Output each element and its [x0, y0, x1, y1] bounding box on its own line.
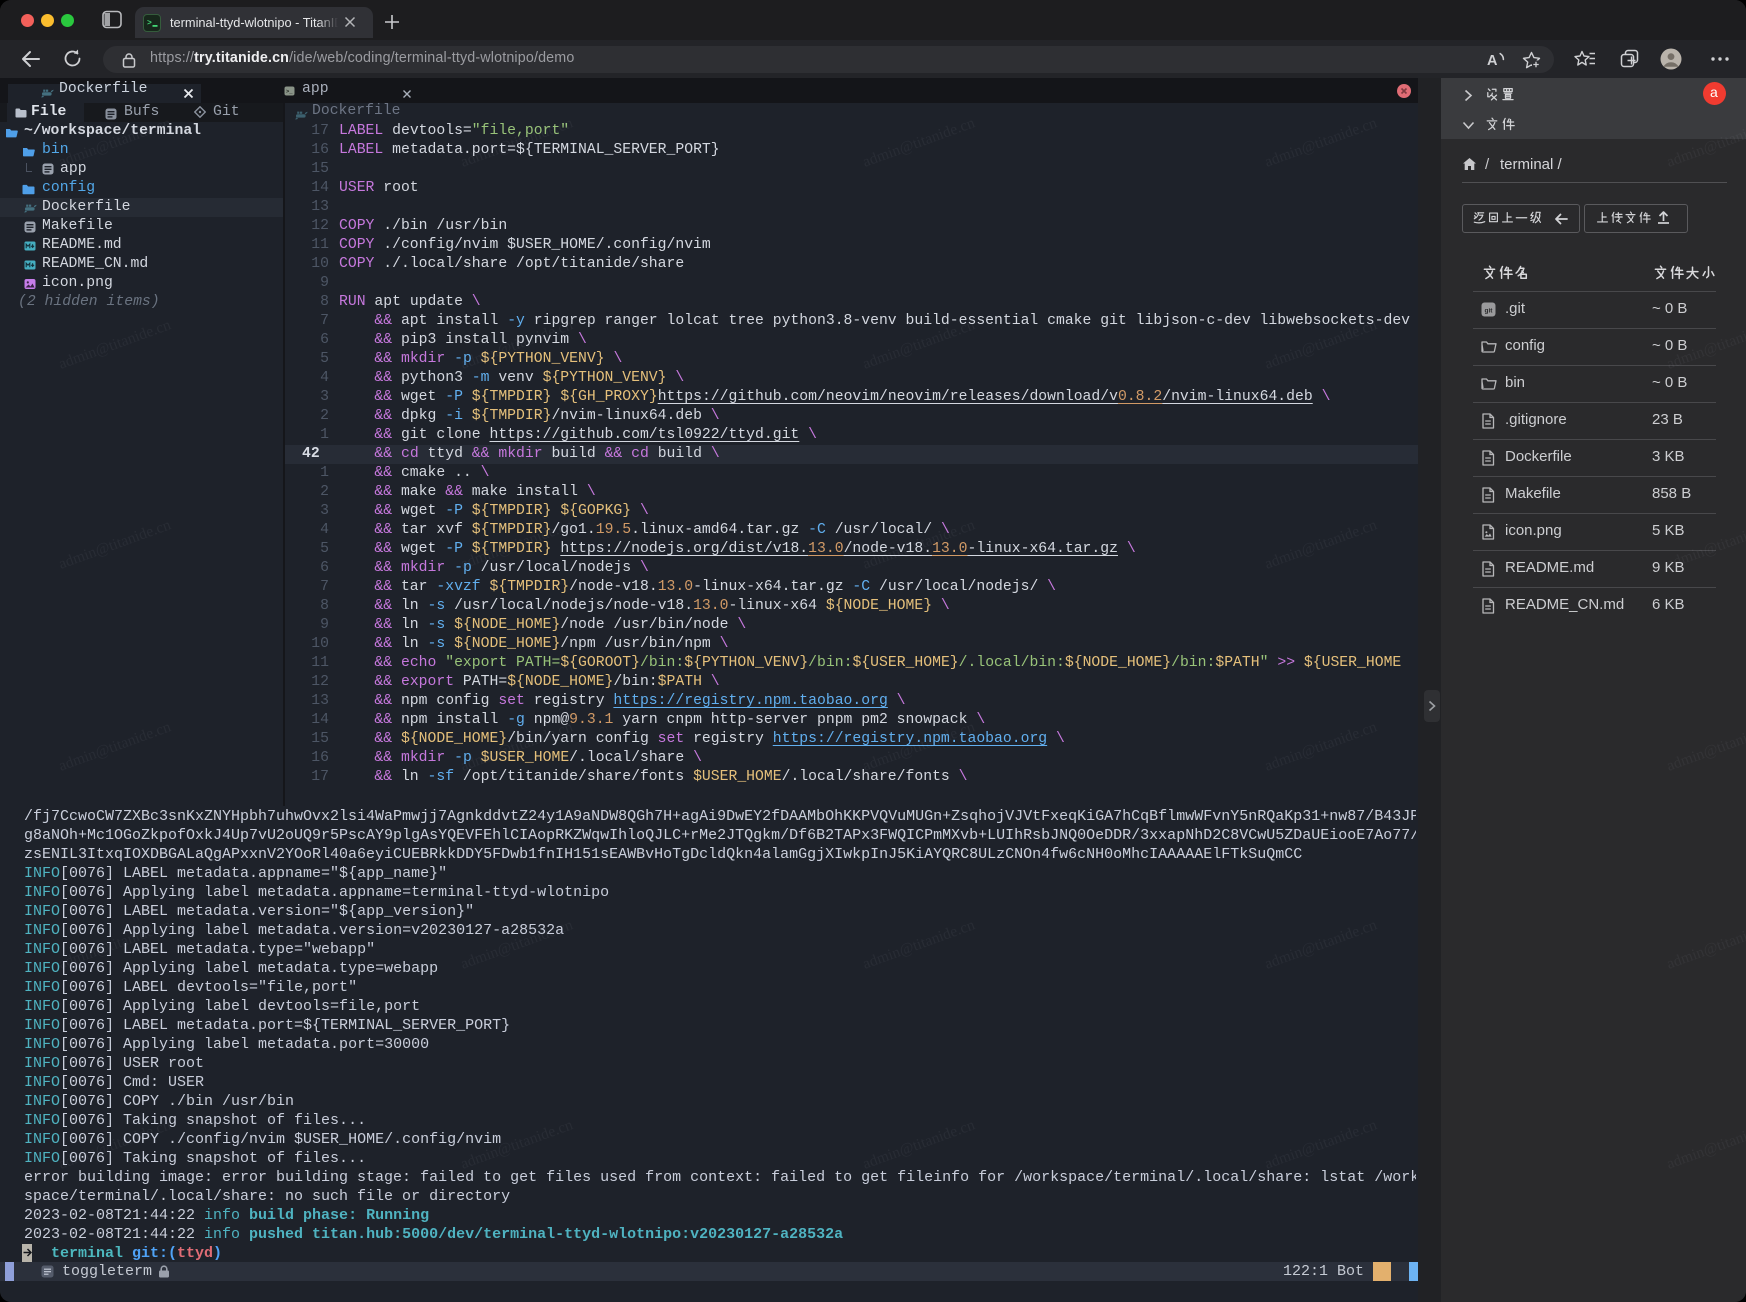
- svg-text:git: git: [1485, 308, 1494, 315]
- svg-text:>_: >_: [286, 88, 293, 95]
- svg-text:>: >: [147, 19, 152, 28]
- svg-text:A: A: [1487, 53, 1498, 68]
